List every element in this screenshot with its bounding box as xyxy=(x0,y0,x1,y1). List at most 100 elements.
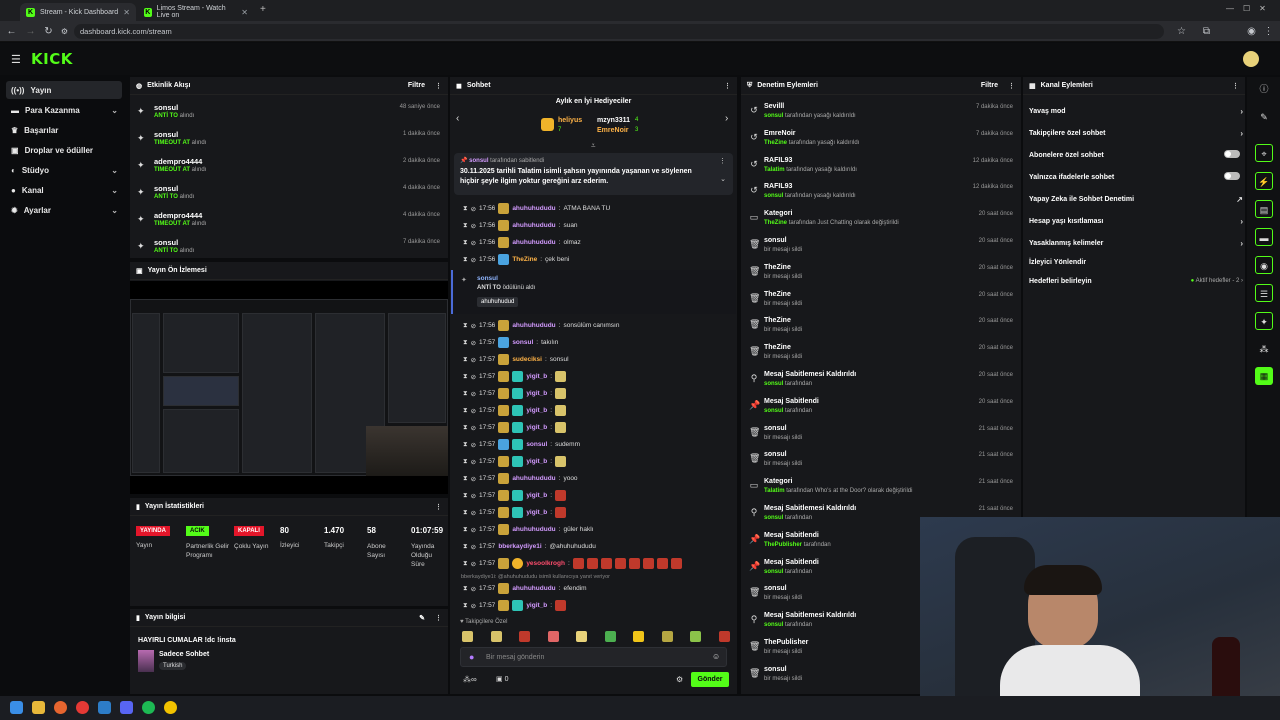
sidebar-item-kanal[interactable]: ● Kanal ⌄ xyxy=(6,181,122,199)
more-icon[interactable]: ⋮ xyxy=(724,82,731,90)
moderation-title[interactable]: ThePublisher xyxy=(764,639,808,646)
timeout-icon[interactable]: ⧗ xyxy=(463,475,468,483)
moderation-title[interactable]: sonsul xyxy=(764,237,787,244)
more-icon[interactable]: ⋮ xyxy=(719,157,726,165)
moderation-actor[interactable]: ThePublisher xyxy=(764,542,802,548)
timeout-icon[interactable]: ⧗ xyxy=(463,256,468,264)
emote-icon[interactable] xyxy=(576,630,588,642)
document-icon[interactable]: ▤ xyxy=(1255,200,1273,218)
timeout-icon[interactable]: ⧗ xyxy=(463,509,468,517)
chat-message[interactable]: ⧗ ⊘ 17:57 yigit_b: xyxy=(463,504,567,521)
moderation-title[interactable]: sonsul xyxy=(764,585,787,592)
channel-action-slow-mode[interactable]: Yavaş mod › xyxy=(1029,100,1243,122)
timeout-icon[interactable]: ⧗ xyxy=(463,543,468,551)
timeout-icon[interactable]: ⧗ xyxy=(463,560,468,568)
chat-message[interactable]: ⧗ ⊘ 17:57 sonsul: takılın xyxy=(463,334,558,351)
message-user[interactable]: TheZine xyxy=(512,256,537,263)
ban-icon[interactable]: ⊘ xyxy=(471,322,476,330)
close-icon[interactable]: ✕ xyxy=(241,8,248,17)
chat-message[interactable]: ⧗ ⊘ 17:57 bberkaydiye1i: @ahuhuhududu xyxy=(463,538,596,555)
timeout-icon[interactable]: ⧗ xyxy=(463,339,468,347)
kick-logo[interactable]: KICK xyxy=(31,50,73,68)
message-user[interactable]: yigit_b xyxy=(526,407,547,414)
channel-action-goals[interactable]: Hedefleri belirleyin ● Aktif hedefler - 2… xyxy=(1029,270,1243,292)
chat-message[interactable]: ⧗ ⊘ 17:57 yigit_b: xyxy=(463,419,567,436)
message-user[interactable]: sonsul xyxy=(526,441,547,448)
filter-button[interactable]: Filtre xyxy=(408,82,425,89)
activity-user[interactable]: sonsul xyxy=(154,130,178,139)
edit-icon[interactable]: ✎ xyxy=(419,614,425,622)
chat-message[interactable]: ⧗ ⊘ 17:57 ahuhuhududu: yooo xyxy=(463,470,578,487)
moderation-actor[interactable]: sonsul xyxy=(764,193,783,199)
emote-icon[interactable] xyxy=(690,630,702,642)
ban-icon[interactable]: ⊘ xyxy=(471,239,476,247)
emote-icon[interactable] xyxy=(490,630,502,642)
star-icon[interactable]: ☆ xyxy=(1175,25,1188,38)
connections-icon[interactable]: ⁂∞ xyxy=(463,675,477,684)
activity-user[interactable]: sonsul xyxy=(154,103,178,112)
moderation-title[interactable]: TheZine xyxy=(764,344,791,351)
message-user[interactable]: ahuhuhududu xyxy=(512,585,555,592)
message-user[interactable]: yigit_b xyxy=(526,458,547,465)
menu-icon[interactable]: ⋮ xyxy=(1262,25,1275,38)
timeout-icon[interactable]: ⧗ xyxy=(463,441,468,449)
moderation-title[interactable]: Kategori xyxy=(764,210,792,217)
gifter-name[interactable]: heliyus xyxy=(558,117,582,124)
window-controls[interactable]: —☐✕ xyxy=(1226,4,1275,13)
timeout-icon[interactable]: ⧗ xyxy=(463,239,468,247)
activity-user[interactable]: sonsul xyxy=(154,184,178,193)
forward-icon[interactable]: → xyxy=(24,25,37,38)
pinned-user[interactable]: sonsul xyxy=(469,158,488,164)
crosshair-icon[interactable]: ⌖ xyxy=(1255,144,1273,162)
lightning-icon[interactable]: ⚡ xyxy=(1255,172,1273,190)
moderation-title[interactable]: TheZine xyxy=(764,317,791,324)
message-user[interactable]: yigit_b xyxy=(526,492,547,499)
message-user[interactable]: bberkaydiye1i xyxy=(498,543,541,550)
chat-message[interactable]: ⧗ ⊘ 17:57 yigit_b: xyxy=(463,385,567,402)
gifter-name[interactable]: mzyn3311 xyxy=(597,117,630,124)
ban-icon[interactable]: ⊘ xyxy=(471,373,476,381)
chat-message[interactable]: ⧗ ⊘ 17:57 ahuhuhududu: efendim xyxy=(463,580,587,597)
message-user[interactable]: yigit_b xyxy=(526,390,547,397)
emote-icon[interactable] xyxy=(547,630,559,642)
ban-icon[interactable]: ⊘ xyxy=(471,602,476,610)
emote-icon[interactable] xyxy=(633,630,645,642)
browser-tab-stream[interactable]: K Limos Stream - Watch Live on ✕ xyxy=(138,3,254,21)
timeout-icon[interactable]: ⧗ xyxy=(463,322,468,330)
moderation-title[interactable]: EmreNoir xyxy=(764,130,796,137)
chat-message[interactable]: ⧗ ⊘ 17:56 ahuhuhududu: sonsülüm canımsın xyxy=(463,317,619,334)
chat-message[interactable]: ⧗ ⊘ 17:57 yigit_b: xyxy=(463,597,567,614)
message-user[interactable]: yigit_b xyxy=(526,509,547,516)
message-user[interactable]: yesoolkrogh xyxy=(526,560,565,567)
timeout-icon[interactable]: ⧗ xyxy=(463,356,468,364)
timeout-icon[interactable]: ⧗ xyxy=(463,585,468,593)
moderation-actor[interactable]: TheZine xyxy=(764,140,787,146)
send-button[interactable]: Gönder xyxy=(691,672,729,687)
moderation-actor[interactable]: Talatim xyxy=(764,488,785,494)
chat-message[interactable]: ⧗ ⊘ 17:57 yigit_b: xyxy=(463,453,567,470)
message-user[interactable]: ahuhuhududu xyxy=(512,526,555,533)
ban-icon[interactable]: ⊘ xyxy=(471,543,476,551)
profile-icon[interactable]: ◉ xyxy=(1245,25,1258,38)
more-icon[interactable]: ⋮ xyxy=(435,82,442,90)
ban-icon[interactable]: ⊘ xyxy=(471,526,476,534)
grid-icon[interactable]: ▦ xyxy=(1255,367,1273,385)
ban-icon[interactable]: ⊘ xyxy=(471,205,476,213)
site-info-icon[interactable]: ⚙ xyxy=(58,25,71,38)
more-icon[interactable]: ⋮ xyxy=(1232,82,1239,90)
moderation-actor[interactable]: sonsul xyxy=(764,515,783,521)
reload-icon[interactable]: ↻ xyxy=(42,25,55,38)
ban-icon[interactable]: ⊘ xyxy=(471,256,476,264)
ban-icon[interactable]: ⊘ xyxy=(471,492,476,500)
ban-icon[interactable]: ⊘ xyxy=(471,222,476,230)
file-explorer-icon[interactable] xyxy=(32,701,45,714)
chat-message[interactable]: ⧗ ⊘ 17:57 sonsul: sudemm xyxy=(463,436,580,453)
windows-start-icon[interactable] xyxy=(10,701,23,714)
timeout-icon[interactable]: ⧗ xyxy=(463,458,468,466)
emote-icon[interactable] xyxy=(718,630,730,642)
channel-action-account-age[interactable]: Hesap yaşı kısıtlaması › xyxy=(1029,210,1243,232)
emote-icon[interactable] xyxy=(604,630,616,642)
message-user[interactable]: ahuhuhududu xyxy=(512,205,555,212)
moderation-title[interactable]: Kategori xyxy=(764,478,792,485)
message-user[interactable]: ahuhuhududu xyxy=(512,475,555,482)
